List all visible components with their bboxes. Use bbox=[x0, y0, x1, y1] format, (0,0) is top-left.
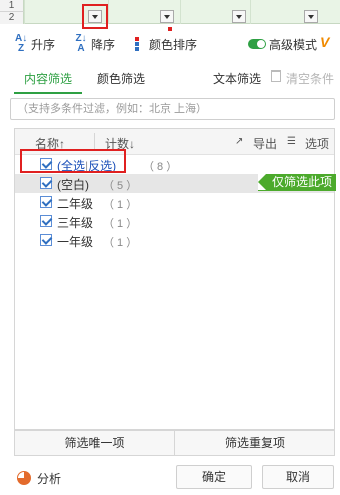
highlight-annotation-box bbox=[20, 149, 126, 173]
trash-icon bbox=[271, 70, 281, 82]
options-icon: ☰ bbox=[287, 136, 296, 147]
list-item-label: 一年级 bbox=[57, 235, 94, 249]
checkbox[interactable] bbox=[40, 215, 52, 227]
sort-desc-button[interactable]: Z↓ A 降序 bbox=[75, 34, 115, 54]
item-count: （ 8 ） bbox=[143, 161, 178, 173]
item-count: （ 1 ） bbox=[103, 218, 138, 230]
filter-duplicate-button[interactable]: 筛选重复项 bbox=[175, 431, 335, 455]
text-filter-button[interactable]: 文本筛选 bbox=[213, 70, 261, 87]
list-item[interactable]: 二年级 （ 1 ） bbox=[15, 193, 334, 212]
filter-dropdown-button[interactable] bbox=[304, 10, 318, 23]
sort-asc-icon: A↓ Z bbox=[15, 33, 28, 54]
highlight-annotation-box bbox=[82, 4, 108, 29]
color-sort-label: 颜色排序 bbox=[149, 37, 198, 52]
row-number: 2 bbox=[0, 12, 24, 24]
active-tab-underline bbox=[14, 92, 82, 94]
cancel-button[interactable]: 取消 bbox=[262, 465, 334, 489]
sort-toolbar: A↓ Z 升序 Z↓ A 降序 颜色排序 高级模式 V bbox=[0, 30, 340, 58]
vip-icon: V bbox=[320, 34, 330, 50]
sort-asc-label: 升序 bbox=[31, 37, 56, 52]
spreadsheet-header-strip: 1 2 bbox=[0, 0, 340, 24]
search-field[interactable] bbox=[10, 98, 335, 120]
color-sort-icon bbox=[133, 36, 143, 52]
row-number: 1 bbox=[0, 0, 24, 12]
sort-desc-label: 降序 bbox=[91, 37, 116, 52]
list-item[interactable]: 三年级 （ 1 ） bbox=[15, 212, 334, 231]
checkbox[interactable] bbox=[40, 234, 52, 246]
dialog-footer: 分析 确定 取消 bbox=[0, 460, 340, 495]
advanced-mode-toggle[interactable] bbox=[248, 39, 266, 49]
checkbox[interactable] bbox=[40, 177, 52, 189]
action-bar: 筛选唯一项 筛选重复项 bbox=[14, 430, 335, 456]
analysis-button[interactable]: 分析 bbox=[37, 470, 61, 487]
filter-only-this-button[interactable]: 仅筛选此项 bbox=[258, 174, 336, 191]
checkbox[interactable] bbox=[40, 196, 52, 208]
sort-desc-icon: Z↓ A bbox=[75, 33, 87, 54]
export-button[interactable]: 导出 bbox=[253, 135, 277, 152]
filter-dropdown-button[interactable] bbox=[160, 10, 174, 23]
filter-dropdown-button[interactable] bbox=[232, 10, 246, 23]
list-item-label: 二年级 bbox=[57, 197, 94, 211]
sheet-column bbox=[24, 0, 88, 24]
item-count: （ 1 ） bbox=[103, 237, 138, 249]
tab-color-filter[interactable]: 颜色筛选 bbox=[97, 70, 145, 87]
tab-content-filter[interactable]: 内容筛选 bbox=[24, 70, 72, 87]
clear-conditions-button[interactable]: 清空条件 bbox=[286, 70, 334, 87]
search-input[interactable] bbox=[11, 99, 334, 119]
color-sort-button[interactable]: 颜色排序 bbox=[133, 34, 197, 54]
list-item-label: (空白) bbox=[57, 178, 89, 192]
item-count: （ 1 ） bbox=[103, 199, 138, 211]
list-item-label: 三年级 bbox=[57, 216, 94, 230]
sort-asc-button[interactable]: A↓ Z 升序 bbox=[15, 34, 55, 54]
list-item[interactable]: 一年级 （ 1 ） bbox=[15, 231, 334, 250]
options-button[interactable]: 选项 bbox=[305, 135, 329, 152]
advanced-mode-label: 高级模式 bbox=[269, 38, 318, 52]
export-icon: ↗ bbox=[235, 136, 244, 147]
filter-tabs: 内容筛选 颜色筛选 文本筛选 清空条件 bbox=[0, 66, 340, 96]
item-count: （ 5 ） bbox=[103, 180, 138, 192]
pie-chart-icon bbox=[17, 471, 31, 485]
filter-unique-button[interactable]: 筛选唯一项 bbox=[15, 431, 175, 455]
ok-button[interactable]: 确定 bbox=[176, 465, 252, 489]
